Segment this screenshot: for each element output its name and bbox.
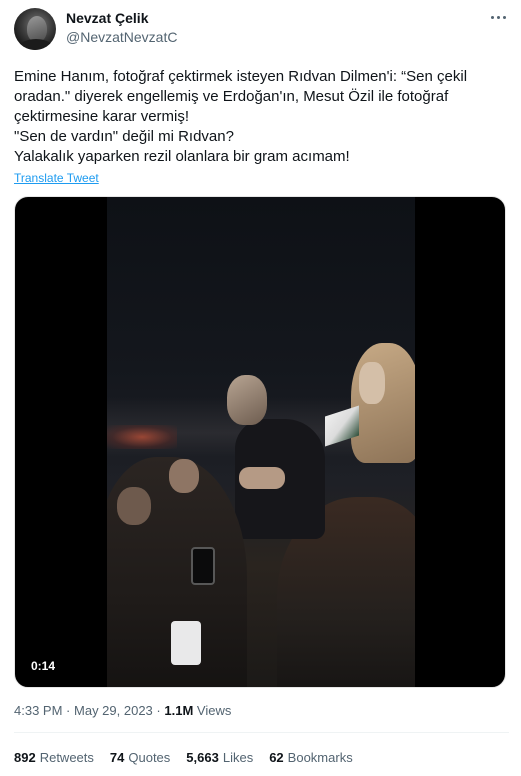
likes-stat[interactable]: 5,663 Likes [186,750,253,765]
tweet-text-line: Emine Hanım, fotoğraf çektirmek isteyen … [14,68,468,125]
engagement-stats: 892 Retweets 74 Quotes 5,663 Likes 62 Bookma… [14,750,353,765]
video-frame [107,197,415,687]
tweet-meta: 4:33 PM · May 29, 2023 · 1.1M Views [14,703,231,718]
video-player[interactable]: 0:14 [14,196,506,688]
bookmarks-stat[interactable]: 62 Bookmarks [269,750,353,765]
meta-separator: · [66,703,71,718]
avatar[interactable] [14,8,56,50]
views-count: 1.1M [164,703,194,718]
translate-tweet-link[interactable]: Translate Tweet [14,171,99,185]
divider [14,732,509,733]
quotes-stat[interactable]: 74 Quotes [110,750,170,765]
tweet-text-line: Yalakalık yaparken rezil olanlara bir gr… [14,148,350,165]
likes-count: 5,663 [186,750,219,765]
retweets-label: Retweets [39,750,94,765]
author-handle[interactable]: @NevzatNevzatC [66,29,177,45]
bookmarks-label: Bookmarks [287,750,353,765]
author-name[interactable]: Nevzat Çelik [66,10,148,26]
more-options-icon[interactable] [488,10,508,24]
meta-separator: · [156,703,161,718]
tweet-time[interactable]: 4:33 PM [14,703,62,718]
bookmarks-count: 62 [269,750,284,765]
video-duration-badge: 0:14 [25,657,62,675]
avatar-shoulders [18,39,54,50]
tweet-date[interactable]: May 29, 2023 [74,703,153,718]
likes-label: Likes [222,750,254,765]
views-label: Views [196,703,232,718]
tweet: Nevzat Çelik @NevzatNevzatC Emine Hanım,… [0,0,521,776]
tweet-text: Emine Hanım, fotoğraf çektirmek isteyen … [14,67,509,167]
retweets-count: 892 [14,750,36,765]
quotes-count: 74 [109,750,125,765]
tweet-text-line: "Sen de vardın" değil mi Rıdvan? [14,128,234,145]
retweets-stat[interactable]: 892 Retweets [14,750,94,765]
quotes-label: Quotes [128,750,171,765]
